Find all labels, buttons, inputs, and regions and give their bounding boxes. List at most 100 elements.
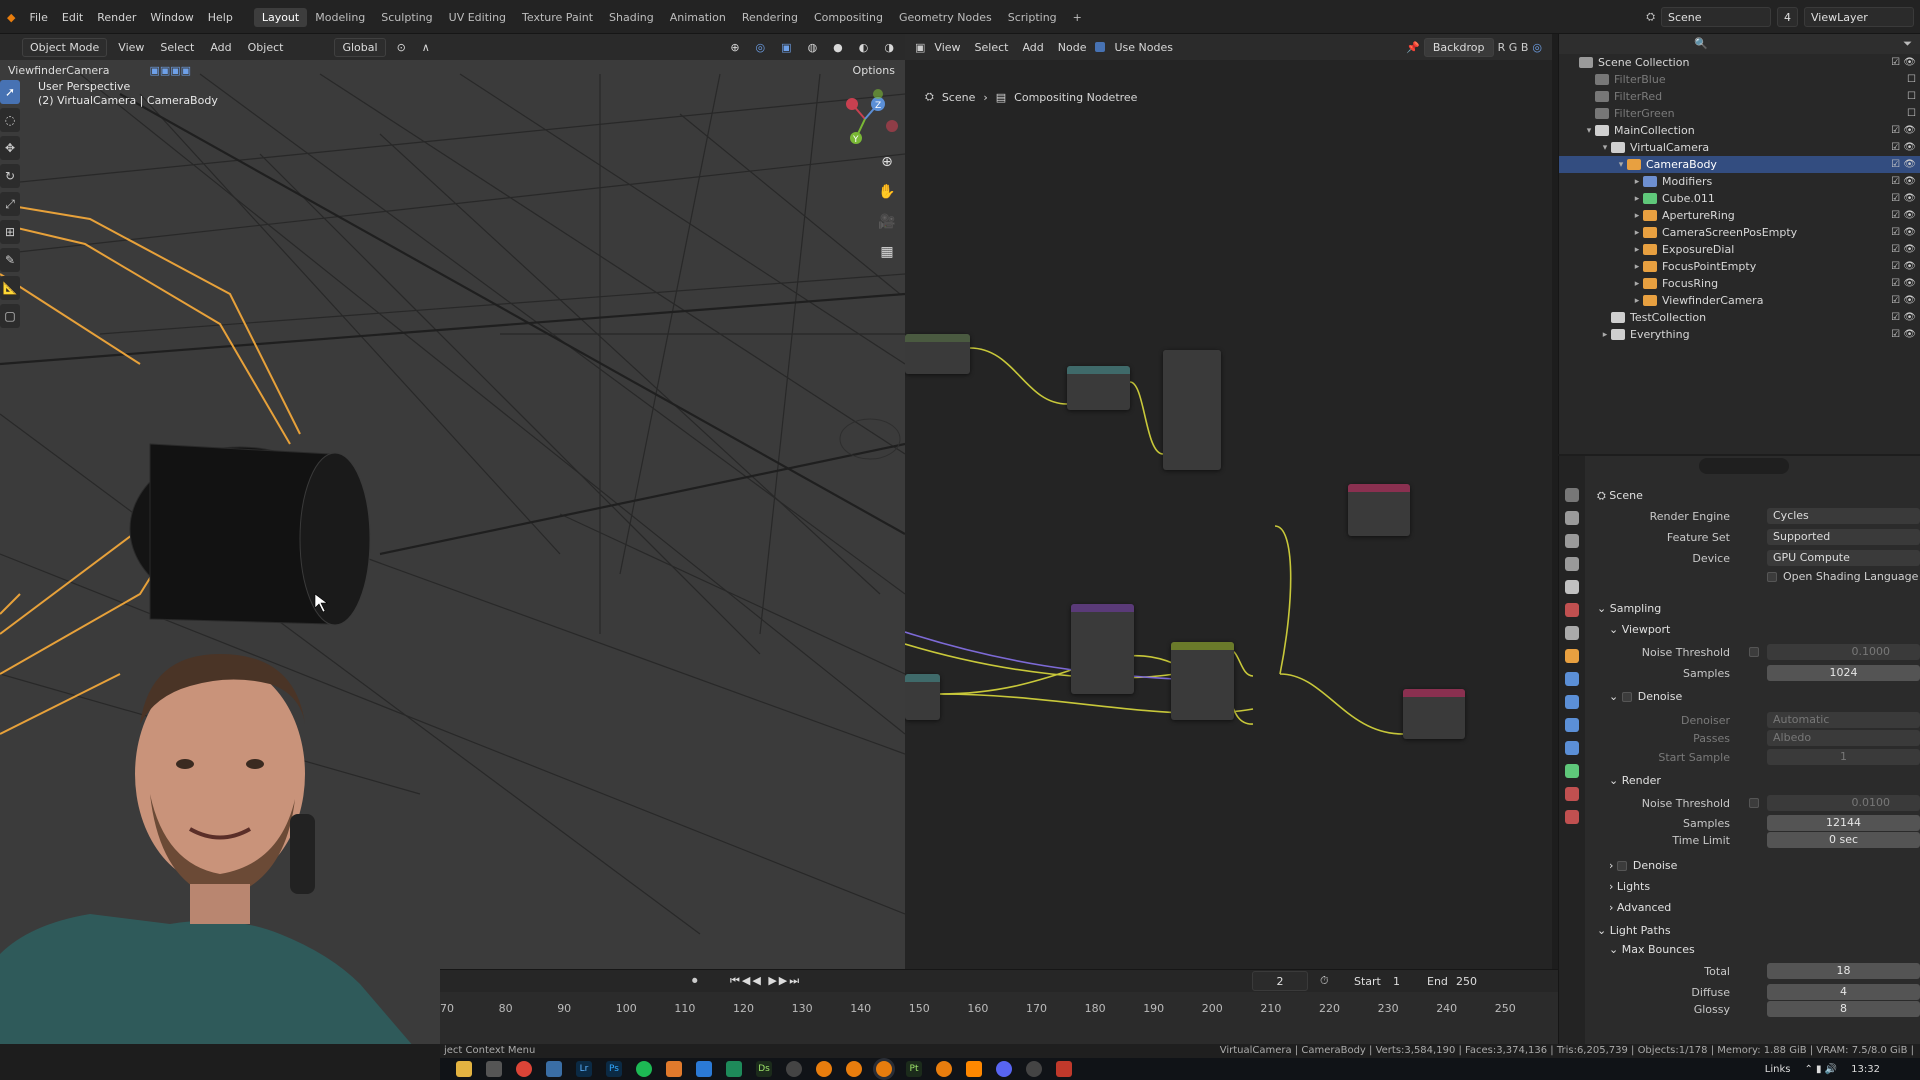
- start-sample-field[interactable]: 1: [1767, 749, 1920, 765]
- node-render-layers[interactable]: [905, 334, 970, 374]
- selection-mode-icons[interactable]: ▣▣▣▣: [149, 64, 191, 77]
- tab-compositing[interactable]: Compositing: [806, 8, 891, 27]
- camera-view-icon[interactable]: 🎥: [877, 214, 897, 234]
- outliner-panel[interactable]: ⏷ 🔍 Scene Collection ☑ 👁 FilterBlue ☐ Filter…: [1558, 34, 1920, 454]
- object-tab-icon[interactable]: [1565, 649, 1579, 663]
- file-explorer-icon[interactable]: [456, 1061, 472, 1077]
- add-workspace-button[interactable]: +: [1065, 8, 1090, 27]
- visibility-eye-icon[interactable]: ☑ 👁: [1891, 244, 1916, 255]
- transform-tool-icon[interactable]: ⊞: [0, 220, 20, 244]
- visibility-eye-icon[interactable]: ☐: [1907, 108, 1916, 119]
- visibility-eye-icon[interactable]: ☑ 👁: [1891, 227, 1916, 238]
- node-viewer[interactable]: [1403, 689, 1465, 739]
- properties-panel[interactable]: ⛭ Scene Render Engine Cycles Feature Set S…: [1558, 456, 1920, 1044]
- outliner-row[interactable]: FilterBlue ☐: [1559, 71, 1920, 88]
- tab-animation[interactable]: Animation: [662, 8, 734, 27]
- render-tab-icon[interactable]: [1565, 511, 1579, 525]
- osl-row[interactable]: Open Shading Language: [1767, 570, 1918, 583]
- shading-solid-icon[interactable]: ●: [828, 41, 848, 54]
- visibility-eye-icon[interactable]: ☑ 👁: [1891, 278, 1916, 289]
- scene-selector[interactable]: Scene: [1661, 7, 1771, 27]
- outliner-row[interactable]: ▾ MainCollection ☑ 👁: [1559, 122, 1920, 139]
- playback-buttons-icon[interactable]: ⏮◀◀ ▶▶⏭: [730, 974, 801, 988]
- openai-icon[interactable]: [786, 1061, 802, 1077]
- start-frame-field[interactable]: 1: [1393, 975, 1400, 988]
- blender-active-icon[interactable]: [876, 1061, 892, 1077]
- sync-icon[interactable]: [1026, 1061, 1042, 1077]
- add-cube-tool-icon[interactable]: ▢: [0, 304, 20, 328]
- options-button[interactable]: Options: [853, 64, 895, 77]
- properties-search-input[interactable]: [1699, 458, 1789, 474]
- zoom-icon[interactable]: ⊕: [877, 154, 897, 174]
- tab-geometry-nodes[interactable]: Geometry Nodes: [891, 8, 1000, 27]
- tab-shading[interactable]: Shading: [601, 8, 662, 27]
- shading-wireframe-icon[interactable]: ◍: [803, 41, 823, 54]
- diffuse-bounces-field[interactable]: 4: [1767, 984, 1920, 1000]
- filter-icon[interactable]: ⏷: [1903, 37, 1912, 51]
- tab-layout[interactable]: Layout: [253, 7, 308, 27]
- spotify-icon[interactable]: [636, 1061, 652, 1077]
- menu-help[interactable]: Help: [201, 11, 240, 24]
- r-denoise-checkbox[interactable]: [1616, 861, 1627, 871]
- menu-window[interactable]: Window: [143, 11, 200, 24]
- record-icon[interactable]: ⏺: [692, 974, 698, 988]
- end-frame-field[interactable]: 250: [1456, 975, 1477, 988]
- passes-select[interactable]: Albedo: [1767, 730, 1920, 746]
- outliner-row[interactable]: TestCollection ☑ 👁: [1559, 309, 1920, 326]
- feature-set-select[interactable]: Supported: [1767, 529, 1920, 545]
- visibility-eye-icon[interactable]: ☑ 👁: [1891, 329, 1916, 340]
- visibility-eye-icon[interactable]: ☐: [1907, 74, 1916, 85]
- lightroom-icon[interactable]: Lr: [576, 1061, 592, 1077]
- node-denoise[interactable]: [1071, 604, 1134, 694]
- expand-right-icon[interactable]: ▸: [1631, 262, 1643, 272]
- node-mix-top[interactable]: [1163, 350, 1221, 470]
- outliner-row[interactable]: ▸ ExposureDial ☑ 👁: [1559, 241, 1920, 258]
- tab-scripting[interactable]: Scripting: [1000, 8, 1065, 27]
- outliner-row[interactable]: ▸ ApertureRing ☑ 👁: [1559, 207, 1920, 224]
- viewlayer-selector[interactable]: ViewLayer: [1804, 7, 1914, 27]
- shading-rendered-icon[interactable]: ◑: [879, 41, 899, 54]
- visibility-eye-icon[interactable]: ☑ 👁: [1891, 176, 1916, 187]
- scene-count[interactable]: 4: [1777, 7, 1798, 27]
- visibility-eye-icon[interactable]: ☑ 👁: [1891, 312, 1916, 323]
- menu-edit[interactable]: Edit: [55, 11, 90, 24]
- outliner-row[interactable]: Scene Collection ☑ 👁: [1559, 54, 1920, 71]
- vp-denoise-subsection[interactable]: ⌄ Denoise: [1609, 690, 1682, 703]
- scene-tab-icon[interactable]: [1565, 580, 1579, 594]
- blender-logo-icon[interactable]: ◆: [0, 11, 22, 24]
- visibility-eye-icon[interactable]: ☑ 👁: [1891, 261, 1916, 272]
- outliner-row[interactable]: ▸ Everything ☑ 👁: [1559, 326, 1920, 343]
- select-tool-icon[interactable]: ➚: [0, 80, 20, 104]
- outliner-row[interactable]: ▸ ViewfinderCamera ☑ 👁: [1559, 292, 1920, 309]
- measure-tool-icon[interactable]: 📐: [0, 276, 20, 300]
- annotate-tool-icon[interactable]: ✎: [0, 248, 20, 272]
- outliner-row[interactable]: FilterGreen ☐: [1559, 105, 1920, 122]
- timeline[interactable]: ⏺ ⏮◀◀ ▶▶⏭ 2 ⏱ Start 1 End 250 70 80 90 100 1…: [440, 969, 1558, 1044]
- r-noise-threshold-checkbox[interactable]: [1749, 798, 1759, 808]
- advanced-subsection[interactable]: › Advanced: [1609, 901, 1671, 914]
- calculator-icon[interactable]: [486, 1061, 502, 1077]
- collection-tab-icon[interactable]: [1565, 626, 1579, 640]
- visibility-eye-icon[interactable]: ☑ 👁: [1891, 125, 1916, 136]
- overlay-icon[interactable]: ◎: [751, 41, 771, 54]
- light-paths-section[interactable]: ⌄ Light Paths: [1597, 924, 1671, 937]
- menu-render[interactable]: Render: [90, 11, 143, 24]
- cursor-tool-icon[interactable]: ◌: [0, 108, 20, 132]
- move-tool-icon[interactable]: ✥: [0, 136, 20, 160]
- proportional-edit-icon[interactable]: ∧: [417, 41, 435, 54]
- vp-menu-select[interactable]: Select: [155, 41, 199, 54]
- links-toolbar[interactable]: Links: [1765, 1064, 1791, 1075]
- tab-modeling[interactable]: Modeling: [307, 8, 373, 27]
- vp-samples-field[interactable]: 1024: [1767, 665, 1920, 681]
- total-bounces-field[interactable]: 18: [1767, 963, 1920, 979]
- denoiser-select[interactable]: Automatic: [1767, 712, 1920, 728]
- discord-icon[interactable]: [996, 1061, 1012, 1077]
- r-samples-field[interactable]: 12144: [1767, 815, 1920, 831]
- lights-subsection[interactable]: › Lights: [1609, 880, 1650, 893]
- outliner-row[interactable]: ▾ VirtualCamera ☑ 👁: [1559, 139, 1920, 156]
- visibility-eye-icon[interactable]: ☑ 👁: [1891, 142, 1916, 153]
- expand-down-icon[interactable]: ▾: [1615, 160, 1627, 170]
- outliner-search-icon[interactable]: 🔍: [1694, 37, 1708, 50]
- tray-icons[interactable]: ⌃ ▮ 🔊: [1804, 1064, 1837, 1075]
- mode-selector[interactable]: Object Mode: [22, 37, 108, 57]
